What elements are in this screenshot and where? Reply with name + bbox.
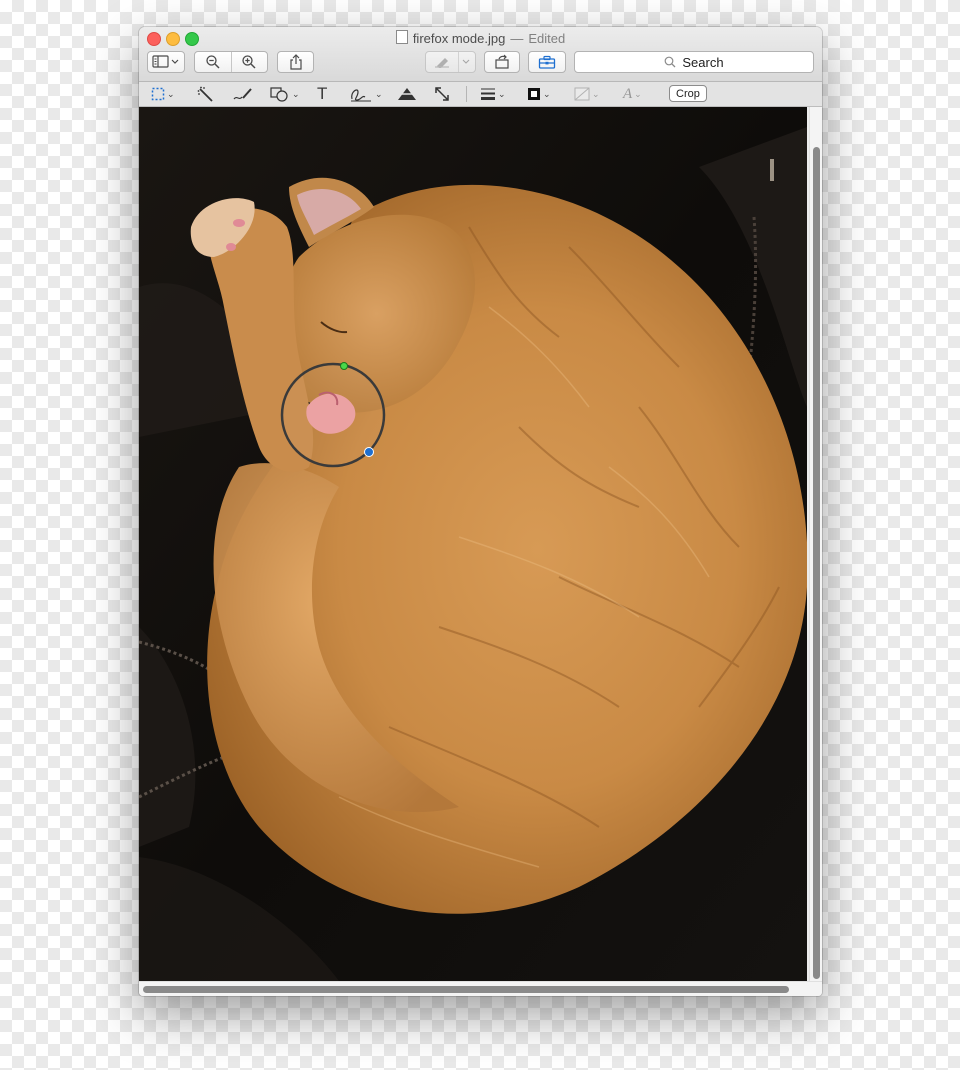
chevron-down-icon: ⌄ — [167, 88, 175, 99]
sketch-icon — [233, 88, 252, 100]
segment-divider — [458, 52, 459, 72]
search-label: Search — [682, 54, 724, 70]
window-filename: firefox mode.jpg — [412, 31, 506, 46]
adjust-color-tool[interactable] — [396, 85, 418, 103]
share-icon — [289, 54, 302, 70]
title-separator: — — [510, 31, 524, 46]
sign-tool[interactable]: ⌄ — [349, 85, 383, 103]
toolbox-icon — [538, 55, 556, 69]
chevron-down-icon: ⌄ — [498, 88, 506, 99]
highlight-menu[interactable] — [457, 59, 475, 65]
chevron-down-icon: ⌄ — [375, 88, 383, 99]
highlight-button[interactable] — [425, 51, 476, 73]
instant-alpha-icon — [197, 86, 213, 102]
window-title: firefox mode.jpg — Edited — [139, 30, 822, 46]
text-icon: T — [317, 84, 328, 103]
shape-style-icon — [481, 88, 495, 100]
vertical-scrollbar[interactable] — [809, 107, 822, 981]
border-color-tool[interactable]: ⌄ — [527, 85, 551, 103]
chevron-down-icon: ⌄ — [634, 88, 642, 99]
text-style-tool[interactable]: A ⌄ — [623, 85, 642, 103]
rotate-icon — [495, 54, 509, 69]
preview-window: firefox mode.jpg — Edited Search ⌄ ⌄ T ⌄… — [139, 27, 822, 996]
crop-label: Crop — [676, 87, 700, 100]
shape-style-tool[interactable]: ⌄ — [480, 85, 506, 103]
cat-photo — [139, 107, 807, 981]
highlight-icon — [434, 58, 449, 68]
sketch-tool[interactable] — [232, 85, 254, 103]
sign-icon — [351, 89, 371, 102]
adjust-color-icon — [396, 88, 418, 100]
border-color-icon — [528, 88, 540, 100]
chevron-down-icon — [462, 59, 470, 64]
highlight-icon-wrap — [426, 56, 457, 68]
title-bar[interactable]: firefox mode.jpg — Edited Search — [139, 27, 822, 82]
horizontal-scrollbar[interactable] — [139, 981, 822, 996]
zoom-in-icon — [242, 55, 256, 69]
markup-toolbar-button[interactable] — [528, 51, 566, 73]
selection-tool[interactable]: ⌄ — [151, 85, 175, 103]
share-button[interactable] — [277, 51, 314, 73]
horizontal-scroll-thumb[interactable] — [143, 986, 789, 993]
chevron-down-icon: ⌄ — [292, 88, 300, 99]
rect-select-icon — [151, 87, 165, 101]
document-icon — [395, 30, 408, 44]
fill-color-tool[interactable]: ⌄ — [574, 85, 600, 103]
edited-status: Edited — [528, 31, 566, 46]
sidebar-view-button[interactable] — [147, 51, 185, 73]
toolbar-divider — [466, 86, 467, 102]
zoom-control — [194, 51, 268, 73]
fill-color-icon — [574, 87, 590, 101]
search-field[interactable]: Search — [574, 51, 814, 73]
shapes-tool[interactable]: ⌄ — [270, 85, 300, 103]
zoom-out-icon — [206, 55, 220, 69]
text-style-icon: A — [623, 85, 633, 102]
adjust-size-icon — [435, 87, 449, 101]
sidebar-icon — [152, 55, 179, 68]
zoom-in-button[interactable] — [231, 54, 267, 70]
vertical-scroll-thumb[interactable] — [813, 147, 820, 979]
image-canvas[interactable] — [139, 107, 807, 981]
shapes-icon — [270, 87, 288, 102]
chevron-down-icon: ⌄ — [543, 88, 551, 99]
zoom-out-button[interactable] — [195, 54, 231, 70]
rotate-button[interactable] — [484, 51, 520, 73]
segment-divider — [231, 52, 232, 72]
chevron-down-icon: ⌄ — [592, 88, 600, 99]
text-tool[interactable]: T — [317, 84, 328, 103]
search-icon — [664, 56, 676, 68]
markup-toolbar: ⌄ ⌄ T ⌄ ⌄ ⌄ ⌄ A ⌄ Crop — [139, 82, 822, 107]
instant-alpha-tool[interactable] — [197, 85, 215, 103]
adjust-size-tool[interactable] — [434, 85, 450, 103]
crop-button[interactable]: Crop — [669, 85, 707, 102]
